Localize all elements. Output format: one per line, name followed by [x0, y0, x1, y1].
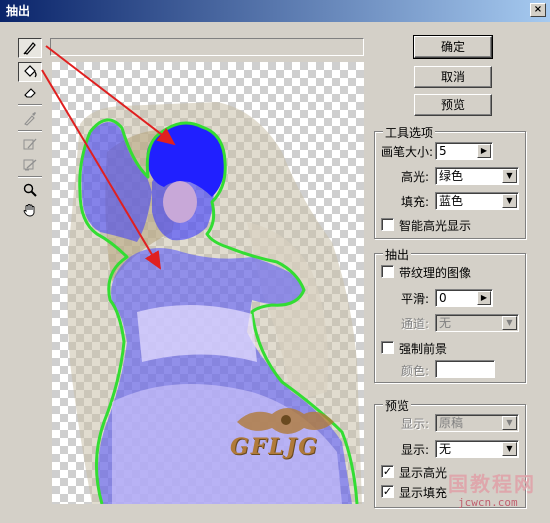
paint-bucket-icon — [24, 65, 37, 78]
close-button[interactable]: × — [530, 3, 546, 17]
textured-image-checkbox[interactable] — [381, 265, 394, 278]
image-preview-canvas[interactable]: GFLJG — [52, 62, 364, 504]
color-label: 颜色: — [401, 364, 430, 378]
fill-color-value: 蓝色 — [439, 194, 464, 208]
marker-pen-icon — [23, 42, 36, 55]
highlight-color-value: 绿色 — [439, 169, 464, 183]
textured-image-label: 带纹理的图像 — [399, 266, 472, 280]
tool-options-group: 工具选项 画笔大小: 5 ▶ 高光: 绿色 ▼ 填充: 蓝色 ▼ 智能高光显示 — [374, 124, 526, 239]
show-label-1: 显示: — [401, 417, 430, 431]
fill-tool[interactable] — [18, 62, 42, 82]
brush-size-input[interactable]: 5 ▶ — [435, 142, 493, 160]
edge-touchup-tool[interactable] — [18, 154, 42, 174]
hand-icon — [23, 204, 35, 217]
edge-highlighter-tool[interactable] — [18, 38, 42, 58]
extraction-group: 抽出 带纹理的图像 平滑: 0 ▶ 通道: 无 ▼ 强制前景 颜色: — [374, 246, 526, 383]
cancel-button[interactable]: 取消 — [414, 66, 492, 88]
chevron-down-icon[interactable]: ▼ — [502, 442, 517, 456]
tool-options-title: 工具选项 — [383, 124, 436, 141]
fill-label: 填充: — [401, 195, 430, 209]
fill-color-select[interactable]: 蓝色 ▼ — [435, 192, 519, 210]
show-background-value: 无 — [439, 442, 452, 456]
toolbar-separator — [18, 130, 42, 132]
smooth-input[interactable]: 0 ▶ — [435, 289, 493, 307]
window-title: 抽出 — [6, 4, 31, 18]
cleanup-tool[interactable] — [18, 134, 42, 154]
cleanup-brush-icon — [23, 138, 37, 150]
chevron-down-icon[interactable]: ▼ — [502, 316, 517, 330]
chevron-down-icon[interactable]: ▼ — [502, 194, 517, 208]
brush-size-arrow-icon[interactable]: ▶ — [477, 144, 491, 158]
channel-value: 无 — [439, 316, 452, 330]
smooth-value: 0 — [439, 291, 447, 305]
force-foreground-checkbox[interactable] — [381, 341, 394, 354]
toolbar-separator — [18, 176, 42, 178]
show-background-select[interactable]: 无 ▼ — [435, 440, 519, 458]
show-view-select[interactable]: 原稿 ▼ — [435, 414, 519, 432]
edge-touchup-icon — [23, 159, 37, 171]
highlight-label: 高光: — [401, 170, 430, 184]
channel-label: 通道: — [401, 317, 430, 331]
smart-highlight-label: 智能高光显示 — [399, 219, 472, 233]
channel-select[interactable]: 无 ▼ — [435, 314, 519, 332]
eyedropper-icon — [24, 112, 36, 126]
color-swatch[interactable] — [435, 360, 495, 378]
chevron-down-icon[interactable]: ▼ — [502, 169, 517, 183]
hand-tool[interactable] — [18, 200, 42, 220]
toolbar-separator — [18, 104, 42, 106]
site-watermark-title: 国教程网 — [448, 472, 536, 496]
canvas-watermark-text: GFLJG — [230, 434, 320, 460]
zoom-tool[interactable] — [18, 180, 42, 200]
highlight-color-select[interactable]: 绿色 ▼ — [435, 167, 519, 185]
magnifier-icon — [23, 183, 37, 197]
ok-button[interactable]: 确定 — [413, 35, 493, 59]
site-watermark-url: jcwcn.com — [458, 496, 518, 509]
smooth-arrow-icon[interactable]: ▶ — [477, 291, 491, 305]
show-highlight-checkbox[interactable]: ✓ — [381, 465, 394, 478]
site-watermark: 国教程网 jcwcn.com — [436, 468, 544, 518]
preview-button[interactable]: 预览 — [414, 94, 492, 116]
show-view-value: 原稿 — [439, 416, 464, 430]
show-fill-checkbox[interactable]: ✓ — [381, 485, 394, 498]
eraser-icon — [24, 88, 36, 98]
extraction-title: 抽出 — [383, 246, 412, 263]
force-foreground-label: 强制前景 — [399, 342, 448, 356]
preview-group-title: 预览 — [383, 397, 412, 414]
show-label-2: 显示: — [401, 443, 430, 457]
extract-dialog: 抽出 × GFLJG 确定 取消 预览 工具选项 画笔大小: 5 ▶ 高光: 绿… — [0, 0, 550, 523]
smooth-label: 平滑: — [401, 292, 430, 306]
title-bar: 抽出 × — [0, 0, 550, 22]
brush-size-value: 5 — [439, 144, 447, 158]
eraser-tool[interactable] — [18, 82, 42, 102]
progress-field — [50, 38, 364, 56]
brush-size-label: 画笔大小: — [381, 145, 434, 159]
eyedropper-tool[interactable] — [18, 108, 42, 128]
smart-highlight-checkbox[interactable] — [381, 218, 394, 231]
chevron-down-icon[interactable]: ▼ — [502, 416, 517, 430]
